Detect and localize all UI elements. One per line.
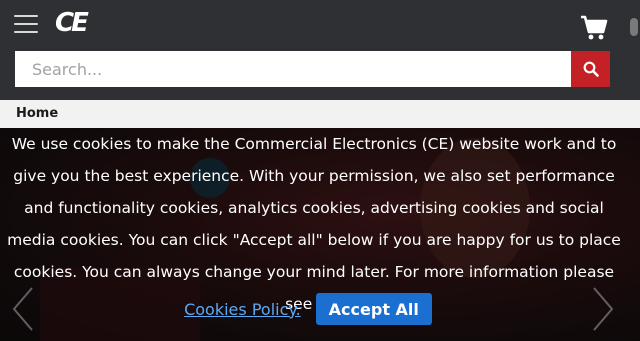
accept-all-button[interactable]: Accept All (315, 293, 432, 325)
site-logo[interactable]: CE (55, 9, 99, 37)
search-icon (583, 61, 599, 77)
cart-icon[interactable] (580, 15, 608, 41)
search-input[interactable] (15, 51, 571, 87)
cookie-banner: We use cookies to make the Commercial El… (0, 128, 640, 341)
chevron-right-icon[interactable] (588, 284, 618, 334)
site-header: CE (0, 0, 640, 100)
breadcrumb: Home (0, 100, 640, 128)
menu-icon[interactable] (14, 14, 38, 34)
cookie-message: We use cookies to make the Commercial El… (7, 135, 621, 313)
cookie-actions: Cookies Policy. Accept All (0, 293, 616, 325)
chevron-left-icon[interactable] (8, 284, 38, 334)
cookies-policy-link[interactable]: Cookies Policy. (184, 300, 301, 319)
page-scrollbar[interactable] (630, 18, 638, 36)
search-bar (15, 51, 610, 87)
search-button[interactable] (571, 51, 610, 87)
breadcrumb-home-link[interactable]: Home (16, 106, 58, 121)
logo-text: CE (55, 8, 89, 38)
